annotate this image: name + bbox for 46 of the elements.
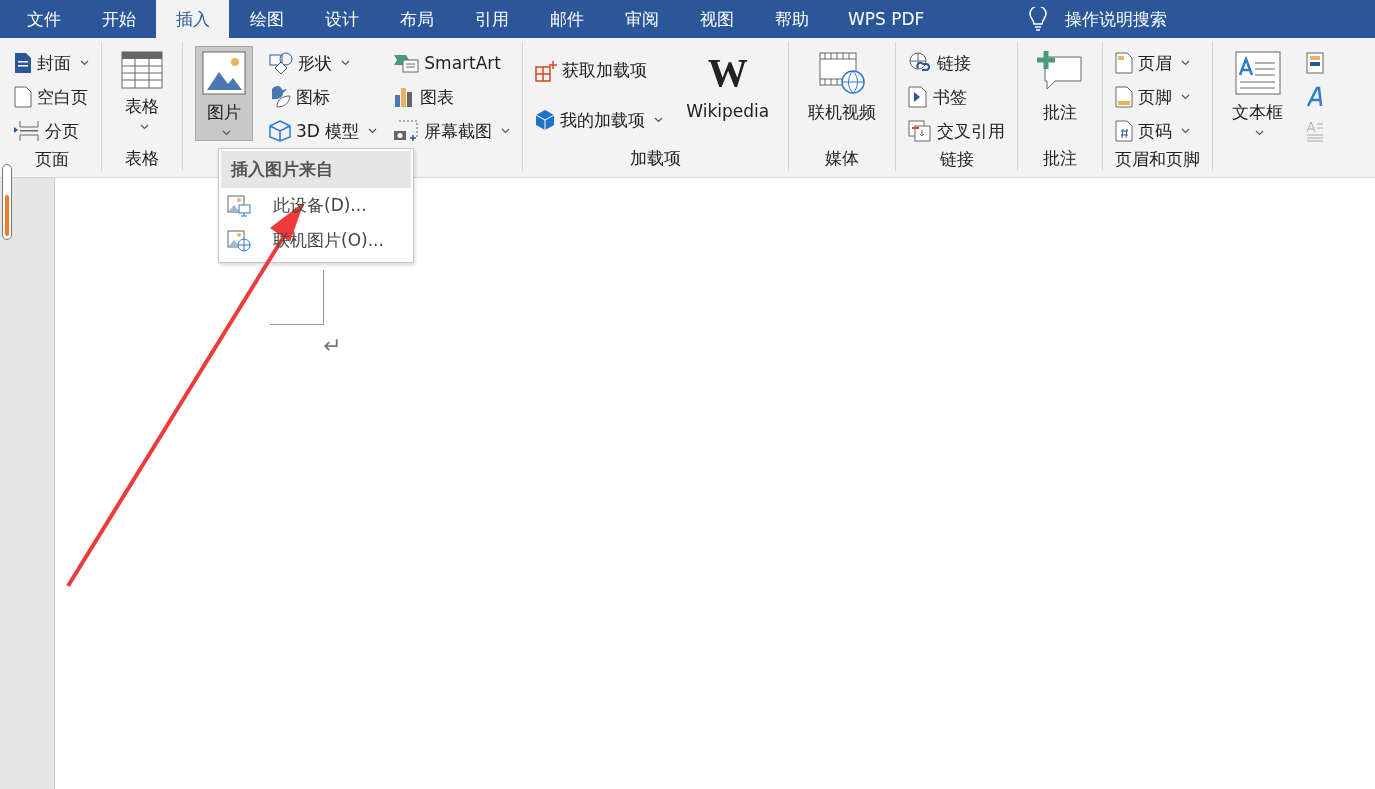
ribbon-button[interactable]: 书签 <box>908 80 1006 114</box>
ribbon-tab[interactable]: 文件 <box>6 0 81 38</box>
ribbon-button[interactable]: W Wikipedia <box>679 46 777 126</box>
ribbon-button[interactable]: 3D 模型 <box>269 114 378 148</box>
ribbon-tab[interactable]: 插入 <box>156 0 229 38</box>
group-label: 媒体 <box>825 146 860 170</box>
ribbon-button[interactable]: 图标 <box>269 80 378 114</box>
ribbon-tab[interactable]: 设计 <box>304 0 379 38</box>
group-label: 表格 <box>125 146 159 170</box>
ribbon-tab[interactable]: 布局 <box>379 0 454 38</box>
ribbon-button[interactable]: 空白页 <box>14 80 89 114</box>
ribbon-button[interactable]: 表格 <box>114 46 170 135</box>
ribbon-button[interactable]: 封面 <box>14 46 89 80</box>
ribbon-button[interactable]: 页脚 <box>1115 80 1191 114</box>
ribbon-tab[interactable]: 开始 <box>81 0 156 38</box>
tell-me-search[interactable]: 操作说明搜索 <box>1065 7 1168 31</box>
ribbon-button[interactable]: 页眉 <box>1115 46 1191 80</box>
menu-header: 插入图片来自 <box>221 151 411 188</box>
ribbon-tab[interactable]: 帮助 <box>754 0 829 38</box>
paragraph-mark: ↵ <box>323 333 342 358</box>
group-label: 加载项 <box>630 146 682 170</box>
ribbon-button[interactable]: 文本框 <box>1225 46 1291 141</box>
group-label: 批注 <box>1043 146 1078 170</box>
ribbon-button[interactable]: 链接 <box>908 46 1006 80</box>
ribbon-button[interactable]: 交叉引用 <box>908 114 1006 148</box>
menu-item[interactable]: 此设备(D)... <box>219 188 413 223</box>
ribbon-tab[interactable]: 引用 <box>454 0 529 38</box>
group-label: 页眉和页脚 <box>1115 148 1201 171</box>
ribbon-button[interactable]: SmartArt <box>393 46 511 80</box>
ribbon-button[interactable]: 页码 <box>1115 114 1191 148</box>
ribbon-button[interactable]: 图表 <box>393 80 511 114</box>
ribbon-tab[interactable]: 审阅 <box>604 0 679 38</box>
ribbon-tab[interactable]: 邮件 <box>529 0 604 38</box>
group-label: 页面 <box>34 148 69 171</box>
ribbon-button[interactable]: 形状 <box>269 46 378 80</box>
ribbon-button[interactable]: 屏幕截图 <box>393 114 511 148</box>
ribbon-tab[interactable]: WPS PDF <box>829 0 944 38</box>
ribbon-button[interactable]: 批注 <box>1030 46 1091 129</box>
ribbon-button[interactable]: 获取加载项 <box>535 53 664 88</box>
ribbon-button[interactable]: 分页 <box>14 114 89 148</box>
ribbon-button[interactable]: 图片 <box>195 46 253 141</box>
ribbon-tab[interactable]: 绘图 <box>229 0 304 38</box>
group-label: 链接 <box>939 148 974 171</box>
ribbon-button[interactable]: 我的加载项 <box>535 103 664 138</box>
ribbon-button[interactable]: 联机视频 <box>801 46 884 129</box>
ribbon-tab[interactable]: 视图 <box>679 0 754 38</box>
